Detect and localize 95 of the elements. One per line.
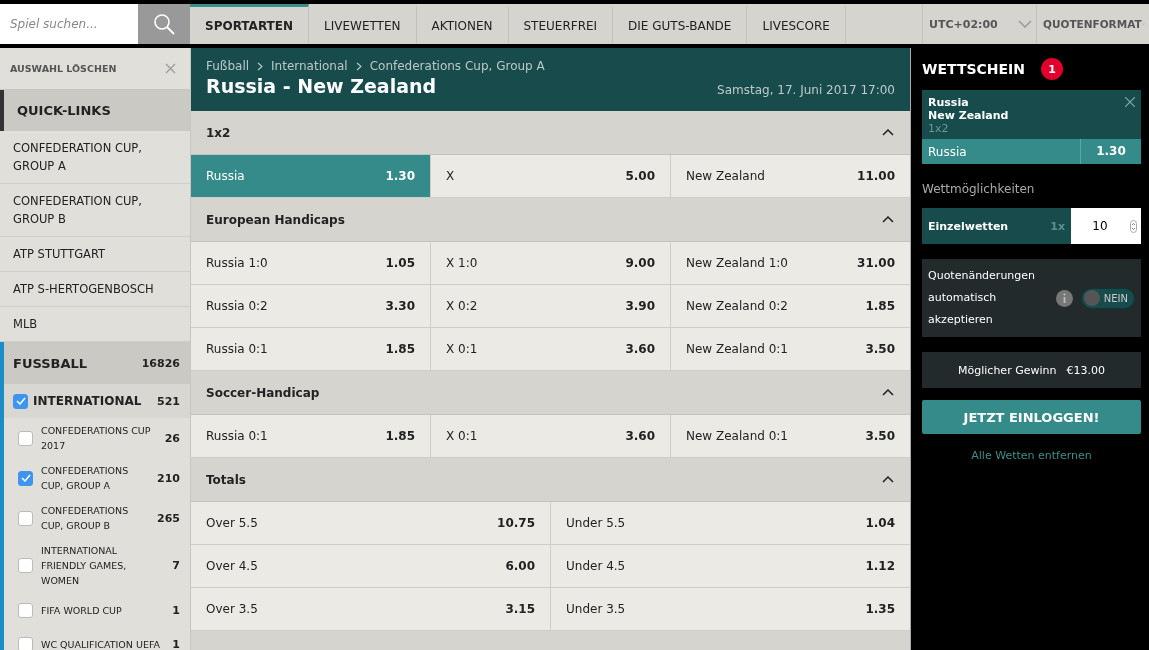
bet-team: Russia — [928, 96, 969, 109]
clear-selection-label: AUSWAHL LÖSCHEN — [10, 63, 117, 74]
odds-button[interactable]: Under 3.5 1.35 — [551, 588, 910, 631]
chevron-down-icon — [1018, 20, 1032, 28]
odds-button[interactable]: New Zealand 0:2 1.85 — [671, 285, 910, 328]
odds-button[interactable]: New Zealand 1:0 31.00 — [671, 242, 910, 285]
nav-tab[interactable]: SPORTARTEN — [190, 4, 309, 44]
possible-win-label: Möglicher Gewinn — [958, 363, 1057, 377]
breadcrumb-link[interactable]: Fußball — [206, 59, 250, 73]
odds-button[interactable]: Russia 0:1 1.85 — [191, 415, 431, 458]
multiplier: 1x — [1050, 219, 1065, 233]
timezone-dropdown[interactable]: UTC+02:00 — [923, 4, 1037, 44]
possible-win-amount: €13.00 — [1066, 363, 1105, 377]
search-field[interactable]: Spiel suchen... — [0, 4, 138, 44]
close-icon[interactable] — [165, 63, 176, 74]
market-title: Totals — [206, 472, 246, 487]
sport-name: FUSSBALL — [13, 355, 88, 371]
odds-button[interactable]: Russia 1.30 — [191, 155, 431, 198]
odds-button[interactable]: Russia 1:0 1.05 — [191, 242, 431, 285]
remove-all-link[interactable]: Alle Wetten entfernen — [922, 449, 1141, 462]
checkbox[interactable] — [18, 430, 33, 446]
quick-links-heading: QUICK-LINKS — [0, 90, 190, 131]
market-title: Soccer-Handicap — [206, 385, 320, 400]
quick-link[interactable]: ATP STUTTGART — [0, 237, 190, 272]
chevron-right-icon — [257, 61, 264, 71]
info-icon[interactable] — [1055, 289, 1073, 307]
breadcrumb-link[interactable]: Confederations Cup, Group A — [369, 59, 545, 73]
odds-button[interactable]: New Zealand 11.00 — [671, 155, 910, 198]
checkbox[interactable] — [13, 393, 28, 409]
spinner-icon — [1130, 220, 1137, 233]
odds-button[interactable]: Russia 0:2 3.30 — [191, 285, 431, 328]
chevron-right-icon — [355, 61, 362, 71]
auto-accept-label: Quotenänderungen automatisch akzeptieren — [928, 268, 1037, 328]
toggle-switch[interactable]: NEIN — [1080, 287, 1135, 309]
checkbox[interactable] — [18, 510, 33, 526]
checkbox[interactable] — [18, 558, 33, 573]
event-date: Samstag, 17. Juni 2017 17:00 — [717, 83, 895, 97]
bet-count-badge: 1 — [1041, 58, 1063, 80]
league-count: 265 — [157, 511, 180, 525]
event-title: Russia - New Zealand — [206, 75, 437, 97]
nav-tab[interactable]: DIE GUTS-BANDE — [613, 4, 748, 44]
odds-button[interactable]: New Zealand 0:1 3.50 — [671, 328, 910, 371]
odds-button[interactable]: X 0:1 3.60 — [431, 415, 671, 458]
market-title: 1x2 — [206, 125, 231, 140]
stake-field[interactable]: 10 — [1071, 208, 1141, 244]
odds-button[interactable]: X 0:1 3.60 — [431, 328, 671, 371]
category-count: 521 — [157, 394, 180, 408]
bet-pick: Russia — [928, 144, 967, 159]
league-count: 1 — [172, 637, 180, 650]
sport-header[interactable]: FUSSBALL 16826 — [4, 342, 190, 384]
league-name[interactable]: FIFA WORLD CUP — [41, 602, 165, 618]
category-name: INTERNATIONAL — [33, 394, 143, 408]
quick-link[interactable]: CONFEDERATION CUP, GROUP B — [0, 184, 190, 237]
nav-tab[interactable]: LIVESCORE — [747, 4, 846, 44]
odds-button[interactable]: X 0:2 3.90 — [431, 285, 671, 328]
options-label: Wettmöglichkeiten — [922, 182, 1036, 196]
search-icon — [153, 13, 175, 35]
odds-button[interactable]: X 1:0 9.00 — [431, 242, 671, 285]
odds-button[interactable]: Under 4.5 1.12 — [551, 545, 910, 588]
league-count: 7 — [172, 559, 180, 572]
breadcrumb-link[interactable]: International — [271, 59, 348, 73]
sport-count: 16826 — [141, 356, 180, 370]
odds-button[interactable]: New Zealand 0:1 3.50 — [671, 415, 910, 458]
league-name[interactable]: CONFEDERATIONS CUP 2017 — [41, 423, 157, 453]
nav-tab[interactable]: AKTIONEN — [416, 4, 509, 44]
league-name[interactable]: WC QUALIFICATION UEFA — [41, 636, 165, 650]
market-title: European Handicaps — [206, 212, 345, 227]
search-button[interactable] — [138, 4, 190, 44]
league-count: 1 — [172, 603, 180, 617]
odds-button[interactable]: Under 5.5 1.04 — [551, 502, 910, 545]
login-button[interactable]: JETZT EINLOGGEN! — [922, 400, 1141, 434]
checkbox[interactable] — [18, 602, 33, 618]
single-bets-label: Einzelwetten — [928, 219, 1010, 233]
bet-odds: 1.30 — [1080, 139, 1141, 164]
betslip-title: WETTSCHEIN — [922, 61, 1025, 77]
odds-button[interactable]: Over 4.5 6.00 — [191, 545, 551, 588]
league-name[interactable]: INTERNATIONAL FRIENDLY GAMES, WOMEN — [41, 543, 165, 588]
close-icon[interactable] — [1125, 97, 1135, 107]
odds-button[interactable]: X 5.00 — [431, 155, 671, 198]
quick-link[interactable]: CONFEDERATION CUP, GROUP A — [0, 131, 190, 184]
bet-market: 1x2 — [928, 122, 950, 135]
bet-team: New Zealand — [928, 109, 1009, 122]
league-count: 26 — [164, 431, 180, 445]
nav-tab[interactable]: LIVEWETTEN — [309, 4, 417, 44]
odds-format-dropdown[interactable]: QUOTENFORMAT — [1037, 4, 1149, 44]
checkbox[interactable] — [18, 470, 33, 486]
odds-button[interactable]: Over 5.5 10.75 — [191, 502, 551, 545]
checkbox[interactable] — [18, 636, 33, 650]
odds-button[interactable]: Over 3.5 3.15 — [191, 588, 551, 631]
league-name[interactable]: CONFEDERATIONS CUP, GROUP A — [41, 463, 150, 493]
league-count: 210 — [157, 471, 180, 485]
odds-button[interactable]: Russia 0:1 1.85 — [191, 328, 431, 371]
league-name[interactable]: CONFEDERATIONS CUP, GROUP B — [41, 503, 150, 533]
quick-link[interactable]: ATP S-HERTOGENBOSCH — [0, 272, 190, 307]
nav-tab[interactable]: STEUERFREI — [508, 4, 614, 44]
